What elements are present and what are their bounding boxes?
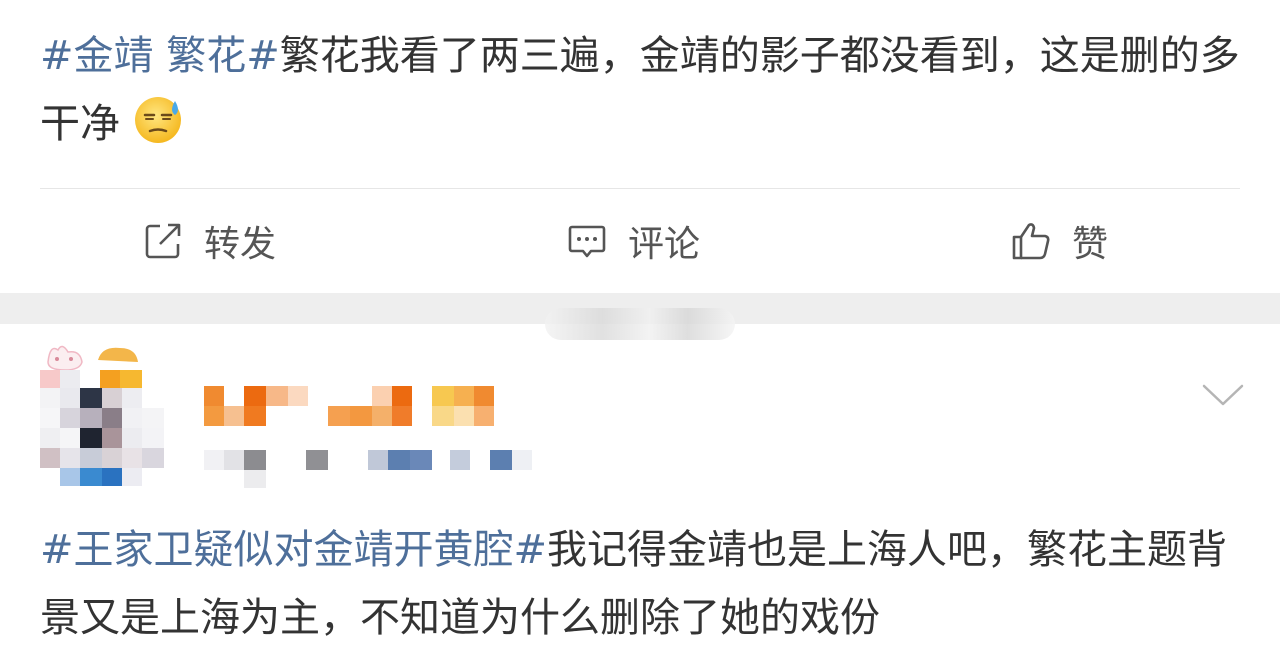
pixelated-name-image [204, 386, 532, 488]
like-label: 赞 [1072, 224, 1109, 265]
chevron-down-icon[interactable] [1200, 378, 1246, 414]
tired-sweat-face-emoji-icon [133, 93, 185, 145]
divider [40, 188, 1240, 189]
pixelated-avatar-image [40, 345, 164, 486]
topic-link[interactable]: #金靖 繁花# [40, 33, 280, 79]
like-button[interactable]: 赞 [1010, 190, 1108, 292]
topic-link[interactable]: #王家卫疑似对金靖开黄腔# [40, 527, 547, 573]
comment-icon [568, 225, 606, 258]
thumbs-up-icon [1012, 223, 1050, 260]
action-bar: 转发 评论 赞 [0, 190, 1280, 292]
share-icon [145, 223, 181, 259]
post-text: #王家卫疑似对金靖开黄腔#我记得金靖也是上海人吧，繁花主题背景又是上海为主，不知… [40, 516, 1240, 652]
repost-button[interactable]: 转发 [142, 190, 276, 292]
pixelated-username[interactable] [204, 384, 544, 494]
blurred-label [545, 308, 735, 340]
repost-label: 转发 [204, 224, 277, 265]
comment-label: 评论 [628, 224, 701, 265]
comment-button[interactable]: 评论 [566, 190, 700, 292]
post-text: #金靖 繁花#繁花我看了两三遍，金靖的影子都没看到，这是删的多干净 [40, 22, 1240, 158]
avatar[interactable] [40, 340, 170, 490]
